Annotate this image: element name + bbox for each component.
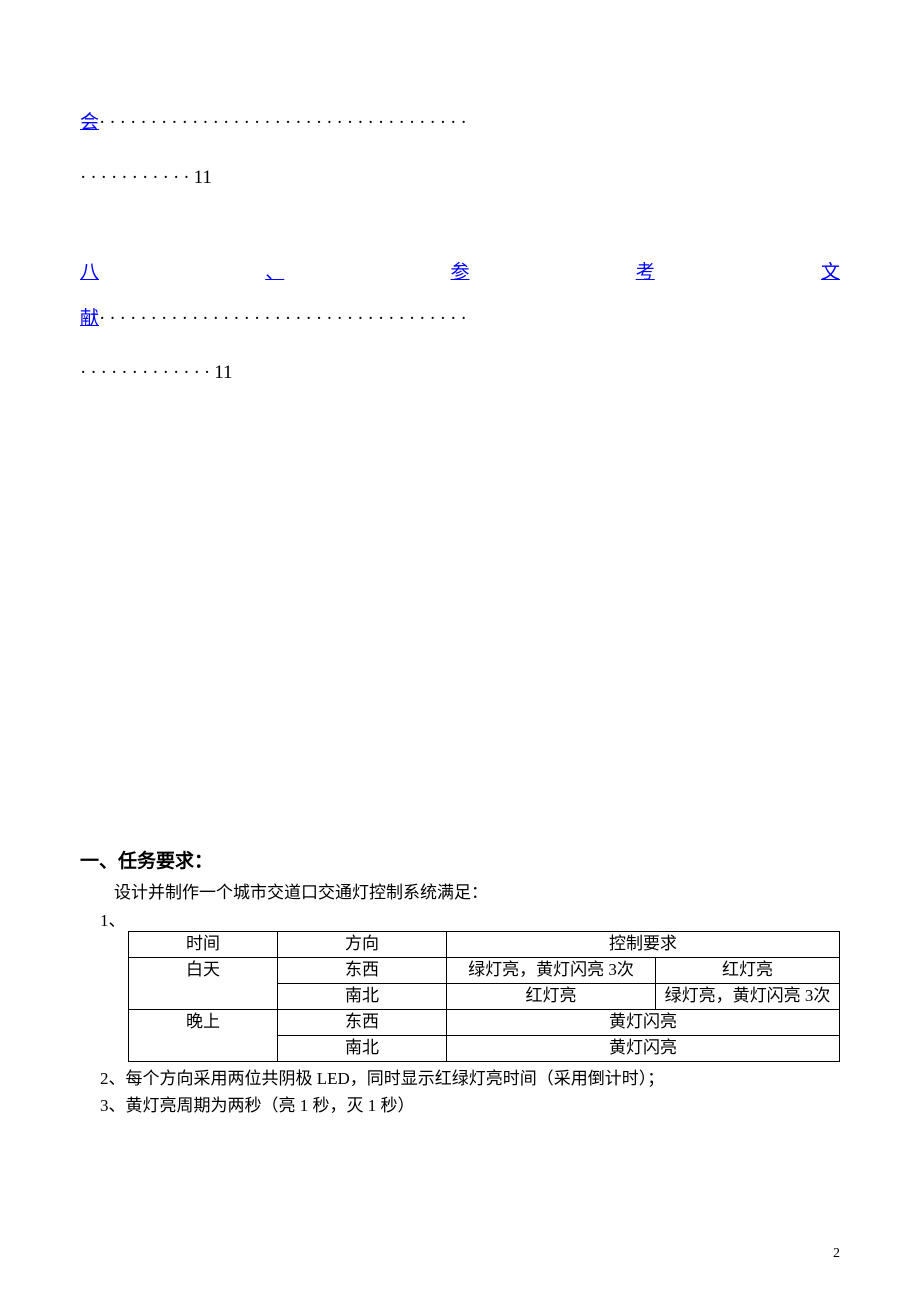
- table-row: 晚上 东西 黄灯闪亮: [129, 1009, 840, 1035]
- table-row: 白天 东西 绿灯亮，黄灯闪亮 3次 红灯亮: [129, 957, 840, 983]
- page-number: 2: [833, 1246, 840, 1262]
- toc-link-8-c3[interactable]: 参: [450, 250, 469, 296]
- toc-link-8-fragment2[interactable]: 献: [80, 308, 99, 329]
- th-control: 控制要求: [447, 931, 840, 957]
- toc-link-8-c1[interactable]: 八: [80, 250, 99, 296]
- requirements-table: 时间 方向 控制要求 白天 东西 绿灯亮，黄灯闪亮 3次 红灯亮 南北 红灯亮 …: [128, 931, 840, 1062]
- list-item-2: 2、每个方向采用两位共阴极 LED，同时显示红绿灯亮时间（采用倒计时）；: [80, 1064, 840, 1089]
- toc-dots: ····································: [99, 112, 471, 133]
- cell-red: 红灯亮: [447, 983, 656, 1009]
- toc-item-7-line1: 会····································: [80, 100, 840, 146]
- th-time: 时间: [129, 931, 278, 957]
- th-direction: 方向: [278, 931, 447, 957]
- cell-ew: 东西: [278, 1009, 447, 1035]
- toc-link-8-c2[interactable]: 、: [265, 250, 284, 296]
- cell-green-yellow: 绿灯亮，黄灯闪亮 3次: [656, 983, 840, 1009]
- cell-night: 晚上: [129, 1009, 278, 1061]
- toc-item-7-line2: ···········11: [80, 146, 840, 211]
- toc-item-8-line3: ·············11: [80, 341, 840, 406]
- cell-red: 红灯亮: [656, 957, 840, 983]
- cell-green-yellow: 绿灯亮，黄灯闪亮 3次: [447, 957, 656, 983]
- cell-ew: 东西: [278, 957, 447, 983]
- toc-item-8-line2: 献····································: [80, 296, 840, 342]
- list-item-3: 3、黄灯亮周期为两秒（亮 1 秒，灭 1 秒）: [80, 1091, 840, 1116]
- toc-page-8: 11: [214, 362, 232, 383]
- toc-link-8-c4[interactable]: 考: [636, 250, 655, 296]
- toc-item-8-line1: 八 、 参 考 文: [80, 250, 840, 296]
- cell-yellow-flash: 黄灯闪亮: [447, 1009, 840, 1035]
- section-1-heading: 一、任务要求：: [80, 846, 840, 873]
- toc-dots: ·············: [80, 362, 214, 383]
- cell-yellow-flash: 黄灯闪亮: [447, 1035, 840, 1061]
- cell-day: 白天: [129, 957, 278, 1009]
- list-item-1-number: 1、: [80, 906, 840, 931]
- toc-dots: ····································: [99, 308, 471, 329]
- table-row: 时间 方向 控制要求: [129, 931, 840, 957]
- toc-link-7-fragment[interactable]: 会: [80, 112, 99, 133]
- cell-ns: 南北: [278, 983, 447, 1009]
- blank-spacer: [80, 406, 840, 846]
- cell-ns: 南北: [278, 1035, 447, 1061]
- toc-dots: ···········: [80, 167, 194, 188]
- toc-page-7: 11: [194, 167, 212, 188]
- document-page: 会···································· ··…: [0, 0, 920, 1302]
- section-1-intro: 设计并制作一个城市交道口交通灯控制系统满足：: [80, 878, 840, 903]
- toc-link-8-c5[interactable]: 文: [821, 250, 840, 296]
